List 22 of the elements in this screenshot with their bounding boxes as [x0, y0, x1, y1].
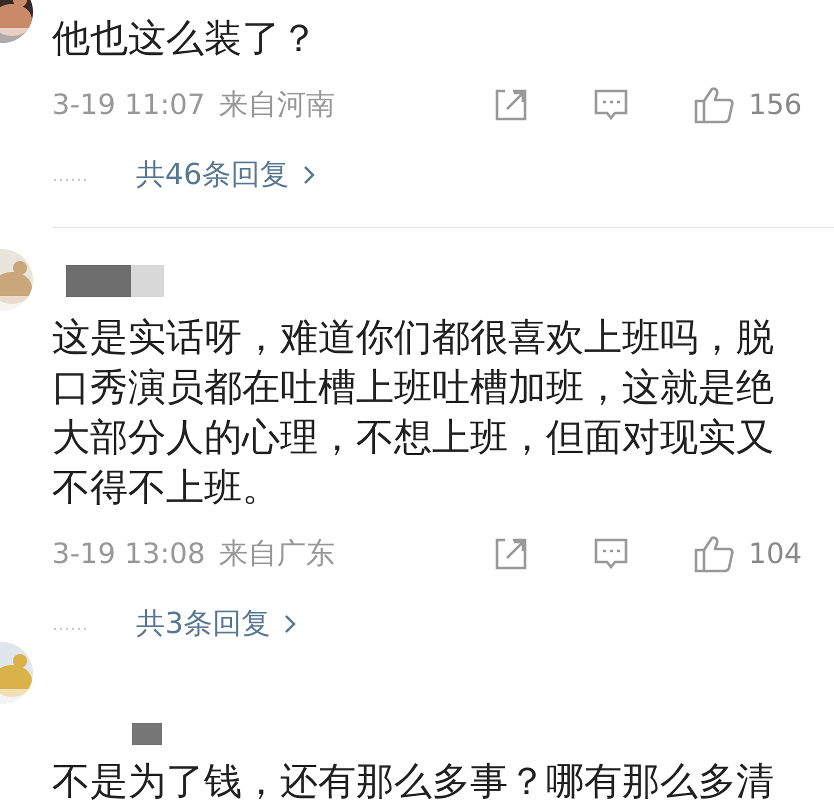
chevron-right-icon — [284, 614, 296, 634]
comment-text: 这是实话呀，难道你们都很喜欢上班吗，脱口秀演员都在吐槽上班吐槽加班，这就是绝大部分人的心理，不想上班，但面对现实又不得不上班。 — [52, 314, 775, 511]
comment-text: 不是为了钱，还有那么多事？哪有那么多清 — [52, 758, 775, 801]
redacted-name — [132, 723, 162, 745]
comment-text: 他也这么装了？ — [52, 15, 319, 62]
chevron-right-icon — [302, 165, 315, 185]
share-icon[interactable] — [492, 87, 529, 123]
comment-icon[interactable] — [592, 88, 629, 122]
like-count: 156 — [748, 87, 802, 123]
location: 来自广东 — [219, 535, 336, 572]
timestamp: 3-19 11:07 — [52, 87, 206, 123]
ellipsis-dots: …… — [52, 612, 89, 636]
like-count: 104 — [748, 536, 802, 572]
comment-icon[interactable] — [592, 537, 629, 571]
view-replies-link[interactable]: 共46条回复 — [136, 153, 315, 197]
ellipsis-dots: …… — [52, 164, 89, 188]
location: 来自河南 — [219, 86, 336, 124]
share-icon[interactable] — [492, 536, 529, 572]
view-replies-link[interactable]: 共3条回复 — [136, 602, 296, 646]
timestamp: 3-19 13:08 — [52, 536, 206, 572]
thumbs-up-icon[interactable] — [692, 534, 735, 574]
thumbs-up-icon[interactable] — [692, 85, 735, 125]
